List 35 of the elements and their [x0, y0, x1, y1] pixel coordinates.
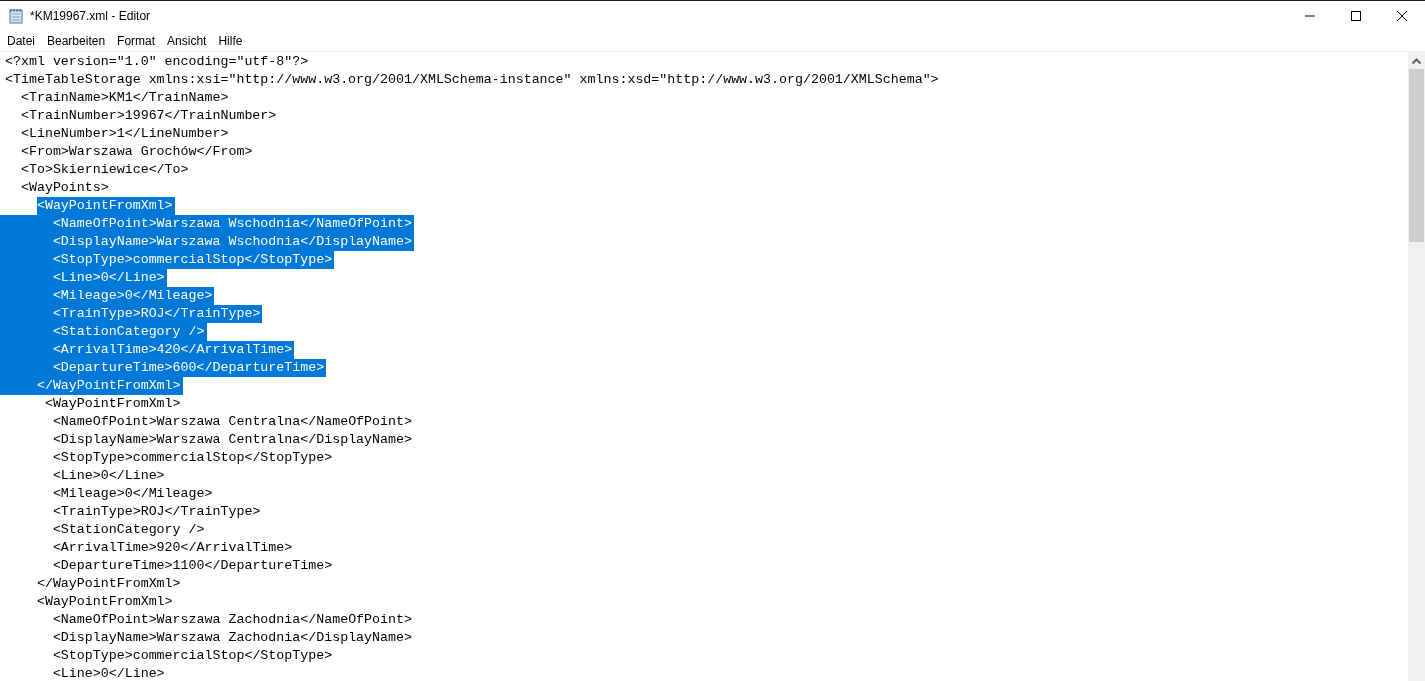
- chevron-up-icon: [1412, 57, 1421, 64]
- code-line: <WayPointFromXml>: [44, 395, 181, 413]
- code-line: <StopType>commercialStop</StopType>: [52, 449, 333, 467]
- code-line: <TrainNumber>19967</TrainNumber>: [20, 107, 277, 125]
- code-line: <TrainType>ROJ</TrainType>: [52, 503, 261, 521]
- code-line: <WayPointFromXml>: [36, 593, 173, 611]
- code-line: <Line>0</Line>: [52, 665, 165, 681]
- menu-item[interactable]: Datei: [1, 33, 41, 49]
- code-line: <NameOfPoint>Warszawa Centralna</NameOfPoint>: [52, 413, 412, 431]
- code-line: <LineNumber>1</LineNumber>: [20, 125, 229, 143]
- code-line: <DisplayName>Warszawa Zachodnia</DisplayName>: [52, 629, 412, 647]
- notepad-icon: [8, 8, 24, 24]
- menu-item[interactable]: Hilfe: [212, 33, 249, 49]
- window-title: *KM19967.xml - Editor: [30, 9, 151, 23]
- code-line: <From>Warszawa Grochów</From>: [20, 143, 253, 161]
- code-line: <TimeTableStorage xmlns:xsi="http://www.w3.org/2001/XMLSchema-instance" xmlns:xsd="http://www.w3.org/2001/XMLSchema">: [5, 71, 939, 89]
- code-line: <Mileage>0</Mileage>: [52, 485, 213, 503]
- code-line: <DisplayName>Warszawa Centralna</DisplayName>: [52, 431, 412, 449]
- code-line: <StopType>commercialStop</StopType>: [52, 647, 333, 665]
- code-line: <DepartureTime>1100</DepartureTime>: [52, 557, 333, 575]
- menu-item[interactable]: Bearbeiten: [41, 33, 112, 49]
- code-line: <WayPoints>: [20, 179, 109, 197]
- code-line: <TrainName>KM1</TrainName>: [20, 89, 229, 107]
- menu-item[interactable]: Format: [111, 33, 162, 49]
- code-line: <NameOfPoint>Warszawa Zachodnia</NameOfPoint>: [52, 611, 412, 629]
- close-icon: [1397, 11, 1407, 21]
- scrollbar-thumb[interactable]: [1409, 69, 1424, 242]
- code-line: <To>Skierniewice</To>: [20, 161, 189, 179]
- menu-item[interactable]: Ansicht: [161, 33, 213, 49]
- code-line: <ArrivalTime>920</ArrivalTime>: [52, 539, 293, 557]
- code-line: <Line>0</Line>: [52, 467, 165, 485]
- code-line: <StationCategory />: [52, 521, 205, 539]
- code-line: <?xml version="1.0" encoding="utf-8"?>: [5, 53, 309, 71]
- maximize-icon: [1351, 11, 1361, 21]
- code-line: </WayPointFromXml>: [36, 575, 181, 593]
